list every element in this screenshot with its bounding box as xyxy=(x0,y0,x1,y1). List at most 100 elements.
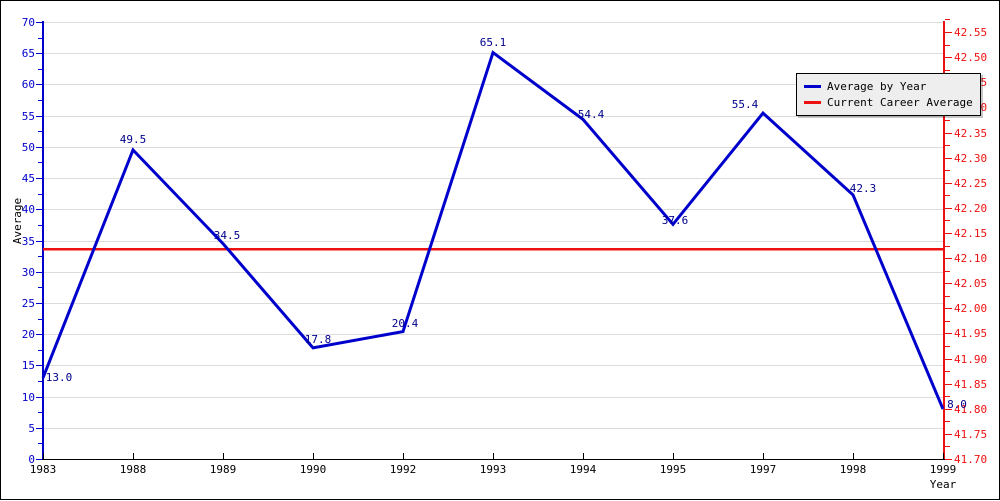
gridline xyxy=(43,365,943,367)
right-axis-tick xyxy=(945,383,952,385)
data-point-label: 49.5 xyxy=(119,132,147,146)
right-axis-tick-label: 42.30 xyxy=(954,151,988,165)
left-axis-tick-label: 50 xyxy=(21,140,35,154)
x-axis-tick xyxy=(943,453,944,460)
right-axis-tick-label: 42.00 xyxy=(954,302,988,316)
data-point-label: 55.4 xyxy=(731,98,759,112)
left-axis-tick-label: 15 xyxy=(21,359,35,373)
chart-legend[interactable]: Average by Year Current Career Average xyxy=(796,73,981,116)
right-axis-tick xyxy=(945,283,952,285)
left-axis-minor-tick xyxy=(38,193,43,195)
right-axis-minor-tick xyxy=(945,371,950,373)
data-point-label: 34.5 xyxy=(213,228,241,242)
left-axis-tick-label: 70 xyxy=(21,16,35,29)
gridline xyxy=(43,427,943,429)
x-axis-tick-label: 1983 xyxy=(29,463,57,476)
data-point-label: 42.3 xyxy=(849,181,877,195)
right-axis-minor-tick xyxy=(945,295,950,297)
left-axis-tick xyxy=(36,53,43,55)
data-point-label: 65.1 xyxy=(479,35,507,49)
gridline xyxy=(43,146,943,148)
x-axis-tick xyxy=(133,453,134,460)
left-axis-minor-tick xyxy=(38,256,43,258)
left-axis-tick-label: 45 xyxy=(21,172,35,186)
legend-label: Current Career Average xyxy=(827,95,973,109)
right-axis-tick-label: 41.75 xyxy=(954,427,988,441)
left-axis-tick-label: 20 xyxy=(21,328,35,342)
left-axis-tick xyxy=(36,365,43,367)
right-axis-tick xyxy=(945,308,952,310)
right-axis-tick xyxy=(945,232,952,234)
x-axis-tick xyxy=(673,453,674,460)
left-axis-tick-label: 60 xyxy=(21,78,35,92)
left-axis-minor-tick xyxy=(38,68,43,70)
left-axis-tick xyxy=(36,427,43,429)
data-point-label: 54.4 xyxy=(577,108,605,122)
left-axis-tick xyxy=(36,396,43,398)
left-axis-tick-label: 10 xyxy=(21,390,35,404)
right-axis-minor-tick xyxy=(945,245,950,247)
left-axis-tick-label: 25 xyxy=(21,296,35,310)
gridline xyxy=(43,240,943,242)
right-axis-tick-label: 42.20 xyxy=(954,201,988,215)
left-axis-minor-tick xyxy=(38,100,43,102)
right-axis-tick xyxy=(945,258,952,260)
left-axis-tick xyxy=(36,22,43,23)
right-axis-tick xyxy=(945,207,952,209)
left-axis-minor-tick xyxy=(38,349,43,351)
right-axis-minor-tick xyxy=(945,220,950,222)
right-axis-tick xyxy=(945,157,952,159)
right-axis-tick xyxy=(945,132,952,134)
left-axis-tick xyxy=(36,146,43,148)
x-axis-tick-label: 1998 xyxy=(839,463,867,476)
x-axis-tick xyxy=(223,453,224,460)
data-point-label: 8.0 xyxy=(947,398,967,412)
x-axis-tick-label: 1990 xyxy=(299,463,327,476)
left-axis-tick xyxy=(36,302,43,304)
left-axis-tick-label: 55 xyxy=(21,109,35,123)
left-axis-tick xyxy=(36,240,43,242)
x-axis-tick-label: 1993 xyxy=(479,463,507,476)
left-axis-tick xyxy=(36,84,43,86)
right-axis-tick-label: 42.55 xyxy=(954,26,988,40)
legend-swatch-red-icon xyxy=(804,100,821,104)
gridline xyxy=(43,209,943,211)
right-axis-minor-tick xyxy=(945,19,950,21)
x-axis-tick xyxy=(763,453,764,460)
left-axis-minor-tick xyxy=(38,224,43,226)
gridline xyxy=(43,302,943,304)
x-axis-title: Year xyxy=(929,478,957,491)
left-axis-minor-tick xyxy=(38,287,43,289)
right-axis-minor-tick xyxy=(945,320,950,322)
right-axis-minor-tick xyxy=(945,396,950,398)
right-axis-tick xyxy=(945,57,952,59)
chart-canvas: 0 5 10 15 20 25 30 35 40 45 50 55 60 65 70 41.70 41.75 4… xyxy=(0,0,1000,500)
gridline xyxy=(43,53,943,55)
left-axis-tick-label: 5 xyxy=(28,421,35,435)
right-axis-tick-label: 41.95 xyxy=(954,327,988,341)
right-axis-tick xyxy=(945,32,952,34)
right-axis-minor-tick xyxy=(945,195,950,197)
right-axis-tick-label: 42.10 xyxy=(954,252,988,266)
right-axis-tick-label: 42.05 xyxy=(954,277,988,291)
legend-item-current-career-average[interactable]: Current Career Average xyxy=(804,94,973,110)
right-axis-tick-label: 42.35 xyxy=(954,126,988,140)
left-axis-tick xyxy=(36,115,43,117)
left-axis-minor-tick xyxy=(38,37,43,39)
right-axis-minor-tick xyxy=(945,345,950,347)
y-axis-title: Average xyxy=(11,197,25,245)
gridline xyxy=(43,271,943,273)
legend-label: Average by Year xyxy=(827,79,927,93)
x-axis-tick-label: 1989 xyxy=(209,463,237,476)
left-axis-tick-label: 65 xyxy=(21,47,35,61)
right-axis-tick-label: 41.90 xyxy=(954,352,988,366)
x-axis-tick xyxy=(43,453,44,460)
right-axis-minor-tick xyxy=(945,270,950,272)
legend-item-average-by-year[interactable]: Average by Year xyxy=(804,78,973,94)
left-axis-tick xyxy=(36,209,43,211)
right-axis-minor-tick xyxy=(945,69,950,71)
left-axis-minor-tick xyxy=(38,443,43,445)
right-axis-minor-tick xyxy=(945,119,950,121)
gridline xyxy=(43,178,943,180)
x-axis-tick xyxy=(493,453,494,460)
